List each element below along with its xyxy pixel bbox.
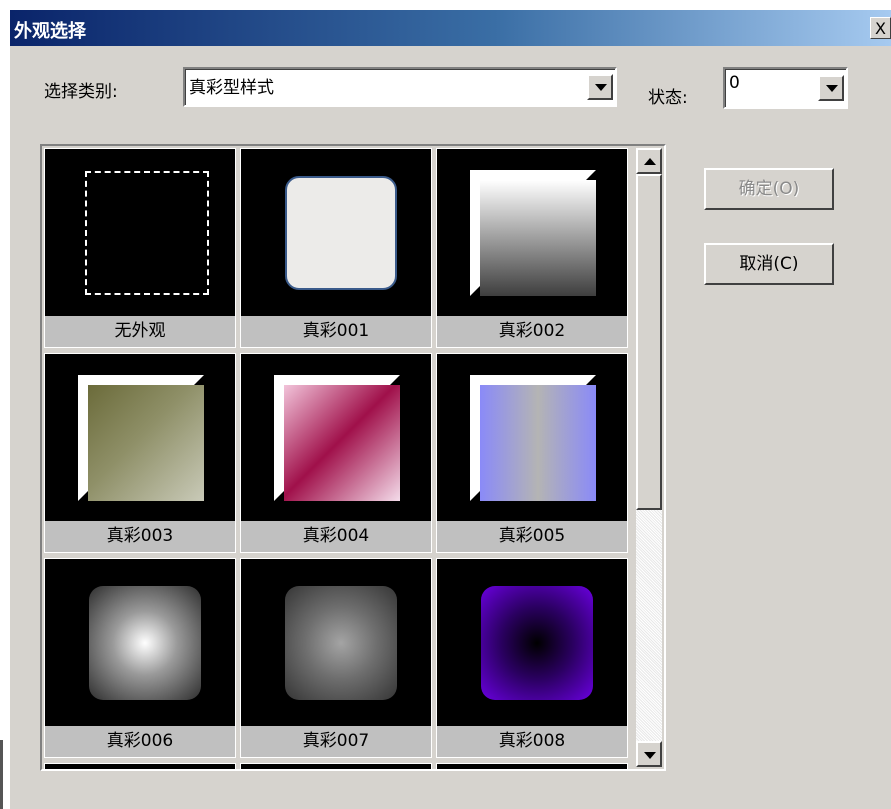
dialog-title: 外观选择 [14,21,86,42]
radial-swatch [89,586,201,700]
appearance-dialog: 外观选择 X 选择类别: 真彩型样式 状态: 0 确定(O) 取消(C) 无外观 [10,10,891,809]
category-value: 真彩型样式 [189,78,274,98]
scroll-up-button[interactable] [636,148,662,174]
radial-swatch [285,586,397,700]
bevel-swatch [470,170,596,296]
appearance-grid-frame: 无外观 真彩001 真彩002 真彩003 真彩004 真彩005 真彩006 … [40,144,666,771]
chevron-up-icon [644,158,656,165]
radial-swatch [481,586,593,700]
appearance-item[interactable]: 无外观 [44,148,236,348]
category-label: 选择类别: [44,82,118,102]
category-combobox[interactable]: 真彩型样式 [183,67,617,107]
scroll-down-button[interactable] [636,741,662,767]
appearance-item-label: 真彩002 [437,316,627,347]
appearance-item-label: 真彩003 [45,521,235,552]
category-dropdown-button[interactable] [587,74,613,100]
empty-appearance-icon [85,171,209,295]
close-button[interactable]: X [870,17,891,39]
appearance-item[interactable]: 真彩004 [240,353,432,553]
state-label: 状态: [648,88,688,108]
appearance-preview [45,559,235,726]
state-combobox[interactable]: 0 [723,67,848,109]
appearance-item-label: 真彩001 [241,316,431,347]
cancel-button[interactable]: 取消(C) [704,243,834,285]
appearance-preview [437,149,627,316]
state-value: 0 [729,73,740,93]
title-bar[interactable]: 外观选择 X [10,10,891,46]
appearance-item-label: 真彩005 [437,521,627,552]
appearance-item[interactable]: 真彩006 [44,558,236,758]
appearance-item[interactable] [44,763,236,769]
appearance-preview [45,149,235,316]
appearance-preview [437,559,627,726]
bevel-swatch [78,375,204,501]
ok-button[interactable]: 确定(O) [704,168,834,210]
bevel-swatch [470,375,596,501]
chevron-down-icon [644,752,656,759]
bevel-swatch [274,375,400,501]
appearance-item[interactable] [436,763,628,769]
appearance-preview [241,559,431,726]
appearance-item-label: 无外观 [45,316,235,347]
appearance-item-label: 真彩007 [241,726,431,757]
state-dropdown-button[interactable] [818,75,844,101]
chevron-down-icon [595,84,607,91]
appearance-preview [45,354,235,521]
appearance-item-label: 真彩006 [45,726,235,757]
rounded-swatch [285,176,397,290]
background-scrap [0,0,10,809]
appearance-item[interactable]: 真彩002 [436,148,628,348]
appearance-item[interactable]: 真彩007 [240,558,432,758]
scroll-thumb[interactable] [636,174,662,510]
appearance-item[interactable]: 真彩008 [436,558,628,758]
background-scrap [0,740,3,809]
appearance-item-label: 真彩008 [437,726,627,757]
chevron-down-icon [826,85,838,92]
appearance-preview [241,354,431,521]
appearance-preview [437,354,627,521]
appearance-item[interactable]: 真彩001 [240,148,432,348]
appearance-preview [241,149,431,316]
appearance-item[interactable] [240,763,432,769]
appearance-item[interactable]: 真彩005 [436,353,628,553]
grid-scrollbar[interactable] [636,148,662,767]
appearance-item-label: 真彩004 [241,521,431,552]
appearance-item[interactable]: 真彩003 [44,353,236,553]
